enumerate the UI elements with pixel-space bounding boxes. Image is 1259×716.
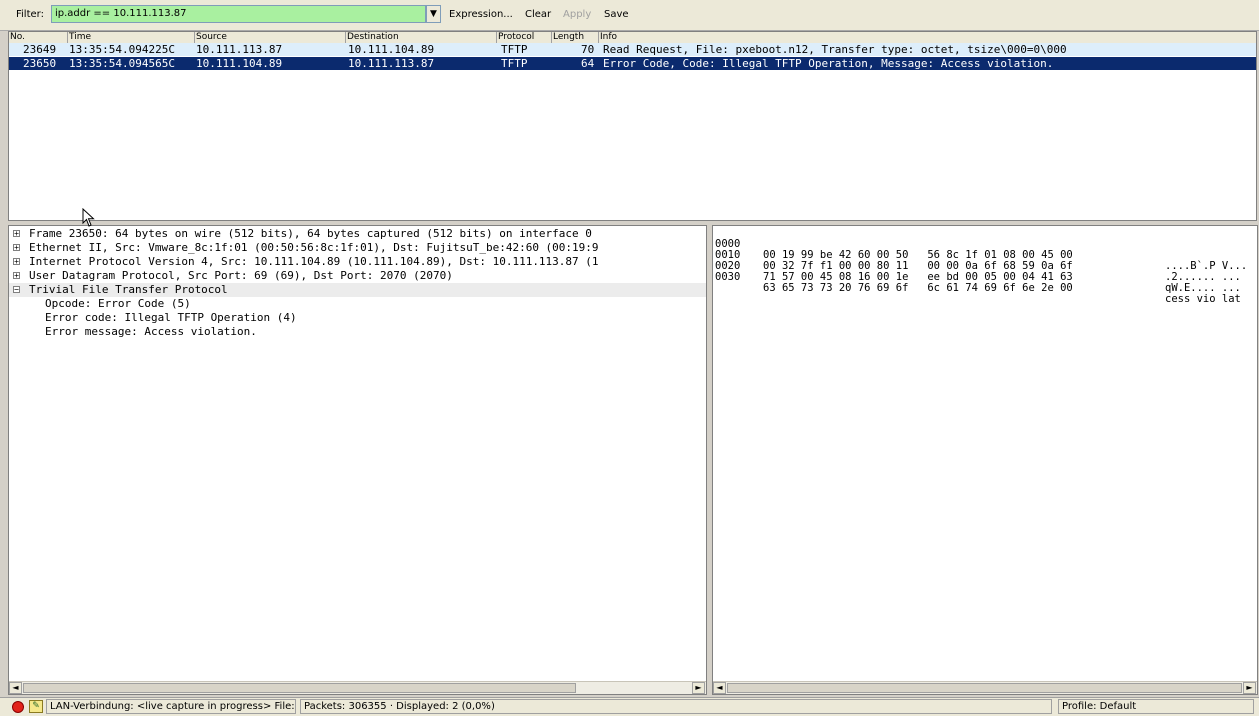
capture-comment-icon[interactable]: ✎ xyxy=(29,700,43,713)
profile-status[interactable]: Profile: Default xyxy=(1058,699,1254,714)
bytes-row: 0030 63 65 73 73 20 76 69 6f 6c 61 74 69… xyxy=(715,261,1241,305)
tree-item-label: Trivial File Transfer Protocol xyxy=(29,283,228,296)
mouse-cursor-icon xyxy=(82,208,95,227)
bytes-row: 0000 00 19 99 be 42 60 00 50 56 8c 1f 01… xyxy=(715,228,1247,272)
packet-destination: 10.111.113.87 xyxy=(348,57,435,70)
filter-input[interactable]: ip.addr == 10.111.113.87 xyxy=(51,5,426,23)
tree-item-label: User Datagram Protocol, Src Port: 69 (69… xyxy=(29,269,453,282)
apply-button[interactable]: Apply xyxy=(563,9,591,20)
column-header-protocol[interactable]: Protocol xyxy=(496,32,534,43)
packet-no: 23649 xyxy=(23,43,57,56)
save-button[interactable]: Save xyxy=(604,9,629,20)
tree-item-tftp[interactable]: − Trivial File Transfer Protocol xyxy=(9,283,706,297)
packet-list[interactable]: No. Time Source Destination Protocol Len… xyxy=(8,31,1257,221)
column-header-time[interactable]: Time xyxy=(67,32,91,43)
scrollbar-thumb[interactable] xyxy=(23,683,576,693)
details-horizontal-scrollbar[interactable]: ◄ ► xyxy=(9,681,706,694)
scroll-right-icon[interactable]: ► xyxy=(692,682,705,694)
expand-icon[interactable]: + xyxy=(13,258,20,266)
packet-info: Error Code, Code: Illegal TFTP Operation… xyxy=(603,57,1054,70)
bytes-ascii[interactable]: cess vio lat xyxy=(1165,294,1241,305)
chevron-down-icon: ▼ xyxy=(430,9,437,19)
packet-bytes-pane[interactable]: 0000 00 19 99 be 42 60 00 50 56 8c 1f 01… xyxy=(712,225,1258,695)
packet-row-selected[interactable]: 23650 13:35:54.094565C 10.111.104.89 10.… xyxy=(9,57,1256,70)
column-header-destination[interactable]: Destination xyxy=(345,32,399,43)
status-bar: ✎ LAN-Verbindung: <live capture in progr… xyxy=(0,697,1259,716)
tree-subitem-label: Error message: Access violation. xyxy=(45,325,257,338)
tree-subitem-label: Error code: Illegal TFTP Operation (4) xyxy=(45,311,297,324)
packet-time: 13:35:54.094225C xyxy=(69,43,175,56)
filter-label: Filter: xyxy=(16,9,44,20)
tree-item-ipv4[interactable]: + Internet Protocol Version 4, Src: 10.1… xyxy=(9,255,706,269)
column-header-source[interactable]: Source xyxy=(194,32,227,43)
packet-source: 10.111.113.87 xyxy=(196,43,283,56)
expert-info-icon[interactable] xyxy=(12,701,24,713)
column-header-info[interactable]: Info xyxy=(598,32,617,43)
packet-length: 70 xyxy=(581,43,595,56)
scroll-left-icon[interactable]: ◄ xyxy=(713,682,726,694)
column-header-length[interactable]: Length xyxy=(551,32,584,43)
tree-item-ethernet[interactable]: + Ethernet II, Src: Vmware_8c:1f:01 (00:… xyxy=(9,241,706,255)
tree-item-label: Ethernet II, Src: Vmware_8c:1f:01 (00:50… xyxy=(29,241,599,254)
bytes-hex[interactable]: 63 65 73 73 20 76 69 6f 6c 61 74 69 6f 6… xyxy=(763,283,1073,294)
packet-info: Read Request, File: pxeboot.n12, Transfe… xyxy=(603,43,1067,56)
tree-subitem-error-message[interactable]: Error message: Access violation. xyxy=(9,325,706,339)
filter-toolbar: Filter: ip.addr == 10.111.113.87 ▼ Expre… xyxy=(0,0,1259,31)
packet-length: 64 xyxy=(581,57,595,70)
packet-protocol: TFTP xyxy=(501,57,528,70)
bytes-horizontal-scrollbar[interactable]: ◄ ► xyxy=(713,681,1257,694)
bytes-offset: 0030 xyxy=(715,271,741,283)
packet-time: 13:35:54.094565C xyxy=(69,57,175,70)
bytes-row: 0020 71 57 00 45 08 16 00 1e ee bd 00 05… xyxy=(715,250,1241,294)
tree-subitem-opcode[interactable]: Opcode: Error Code (5) xyxy=(9,297,706,311)
packet-protocol: TFTP xyxy=(501,43,528,56)
scrollbar-thumb[interactable] xyxy=(727,683,1242,693)
packet-destination: 10.111.104.89 xyxy=(348,43,435,56)
packet-source: 10.111.104.89 xyxy=(196,57,283,70)
bytes-row: 0010 00 32 7f f1 00 00 80 11 00 00 0a 6f… xyxy=(715,239,1241,283)
filter-dropdown-button[interactable]: ▼ xyxy=(426,5,441,23)
clear-button[interactable]: Clear xyxy=(525,9,551,20)
packet-no: 23650 xyxy=(23,57,57,70)
scroll-left-icon[interactable]: ◄ xyxy=(9,682,22,694)
packet-count-status: Packets: 306355 · Displayed: 2 (0,0%) xyxy=(300,699,1052,714)
tree-item-label: Frame 23650: 64 bytes on wire (512 bits)… xyxy=(29,227,592,240)
column-header-no[interactable]: No. xyxy=(9,32,25,43)
capture-status: LAN-Verbindung: <live capture in progres… xyxy=(46,699,296,714)
tree-subitem-error-code[interactable]: Error code: Illegal TFTP Operation (4) xyxy=(9,311,706,325)
collapse-icon[interactable]: − xyxy=(13,286,20,294)
packet-row[interactable]: 23649 13:35:54.094225C 10.111.113.87 10.… xyxy=(9,43,1256,56)
expand-icon[interactable]: + xyxy=(13,244,20,252)
packet-details-pane[interactable]: + Frame 23650: 64 bytes on wire (512 bit… xyxy=(8,225,707,695)
tree-item-udp[interactable]: + User Datagram Protocol, Src Port: 69 (… xyxy=(9,269,706,283)
tree-subitem-label: Opcode: Error Code (5) xyxy=(45,297,191,310)
expand-icon[interactable]: + xyxy=(13,272,20,280)
expression-button[interactable]: Expression... xyxy=(449,9,513,20)
tree-item-label: Internet Protocol Version 4, Src: 10.111… xyxy=(29,255,599,268)
tree-item-frame[interactable]: + Frame 23650: 64 bytes on wire (512 bit… xyxy=(9,227,706,241)
expand-icon[interactable]: + xyxy=(13,230,20,238)
scroll-right-icon[interactable]: ► xyxy=(1243,682,1256,694)
